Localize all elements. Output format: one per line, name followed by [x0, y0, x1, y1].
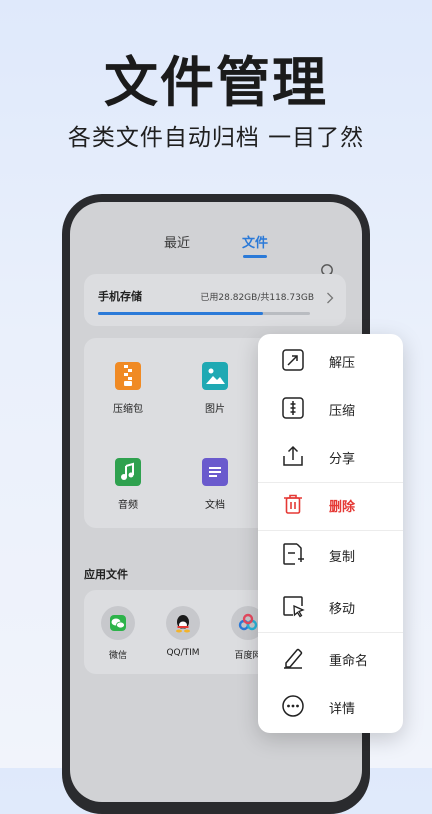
storage-usage: 已用28.82GB/共118.73GB [200, 293, 314, 303]
category-image[interactable]: 图片 [185, 362, 245, 415]
menu-label: 删除 [329, 500, 356, 515]
compress-icon [282, 397, 304, 419]
trash-icon [284, 494, 302, 514]
move-icon [283, 596, 305, 618]
menu-item-compress[interactable]: 压缩 [258, 384, 403, 432]
category-document[interactable]: 文档 [185, 458, 245, 511]
category-label: 图片 [205, 404, 225, 415]
copy-icon [283, 543, 304, 565]
menu-item-move[interactable]: 移动 [258, 582, 403, 630]
wechat-icon [101, 606, 135, 640]
app-label: 微信 [108, 651, 127, 661]
context-menu: 解压 压缩 分享 删除 复制 移动 重命名 详情 [258, 334, 403, 733]
category-zip[interactable]: 压缩包 [98, 362, 158, 415]
menu-label: 详情 [329, 702, 356, 717]
menu-label: 压缩 [329, 404, 356, 419]
menu-item-extract[interactable]: 解压 [258, 336, 403, 384]
qq-icon [166, 606, 200, 640]
menu-item-share[interactable]: 分享 [258, 432, 403, 480]
category-audio[interactable]: 音频 [98, 458, 158, 511]
hero-title: 文件管理 [104, 51, 328, 114]
chevron-right-icon [327, 292, 334, 304]
menu-item-copy[interactable]: 复制 [258, 530, 403, 578]
top-tabs: 最近 文件 [70, 232, 362, 279]
music-icon [115, 458, 141, 486]
menu-label: 复制 [329, 550, 356, 565]
app-wechat[interactable]: 微信 [88, 606, 148, 661]
menu-item-delete[interactable]: 删除 [258, 480, 403, 528]
rename-icon [284, 648, 303, 669]
share-icon [283, 445, 303, 466]
document-icon [202, 458, 228, 486]
app-label: QQ/TIM [166, 648, 200, 658]
storage-progress-fill [98, 312, 263, 315]
zip-icon [115, 362, 141, 390]
details-icon [282, 695, 304, 717]
category-label: 文档 [205, 500, 225, 511]
storage-progress [98, 312, 310, 315]
tab-recent[interactable]: 最近 [164, 232, 190, 251]
extract-icon [282, 349, 304, 371]
tab-indicator [243, 255, 267, 258]
category-label: 音频 [118, 500, 138, 511]
menu-label: 解压 [329, 356, 356, 371]
app-files-title: 应用文件 [84, 568, 128, 581]
menu-item-rename[interactable]: 重命名 [258, 634, 403, 682]
menu-item-details[interactable]: 详情 [258, 682, 403, 730]
image-icon [202, 362, 228, 390]
menu-label: 分享 [329, 452, 356, 467]
tab-files[interactable]: 文件 [242, 232, 268, 251]
menu-label: 重命名 [329, 654, 369, 669]
hero-subtitle: 各类文件自动归档 一目了然 [67, 125, 365, 151]
menu-label: 移动 [329, 602, 356, 617]
menu-divider [258, 632, 403, 633]
storage-label: 手机存储 [98, 290, 142, 303]
storage-card[interactable]: 手机存储 已用28.82GB/共118.73GB [84, 274, 346, 326]
app-qq[interactable]: QQ/TIM [153, 606, 213, 658]
category-label: 压缩包 [113, 404, 143, 415]
